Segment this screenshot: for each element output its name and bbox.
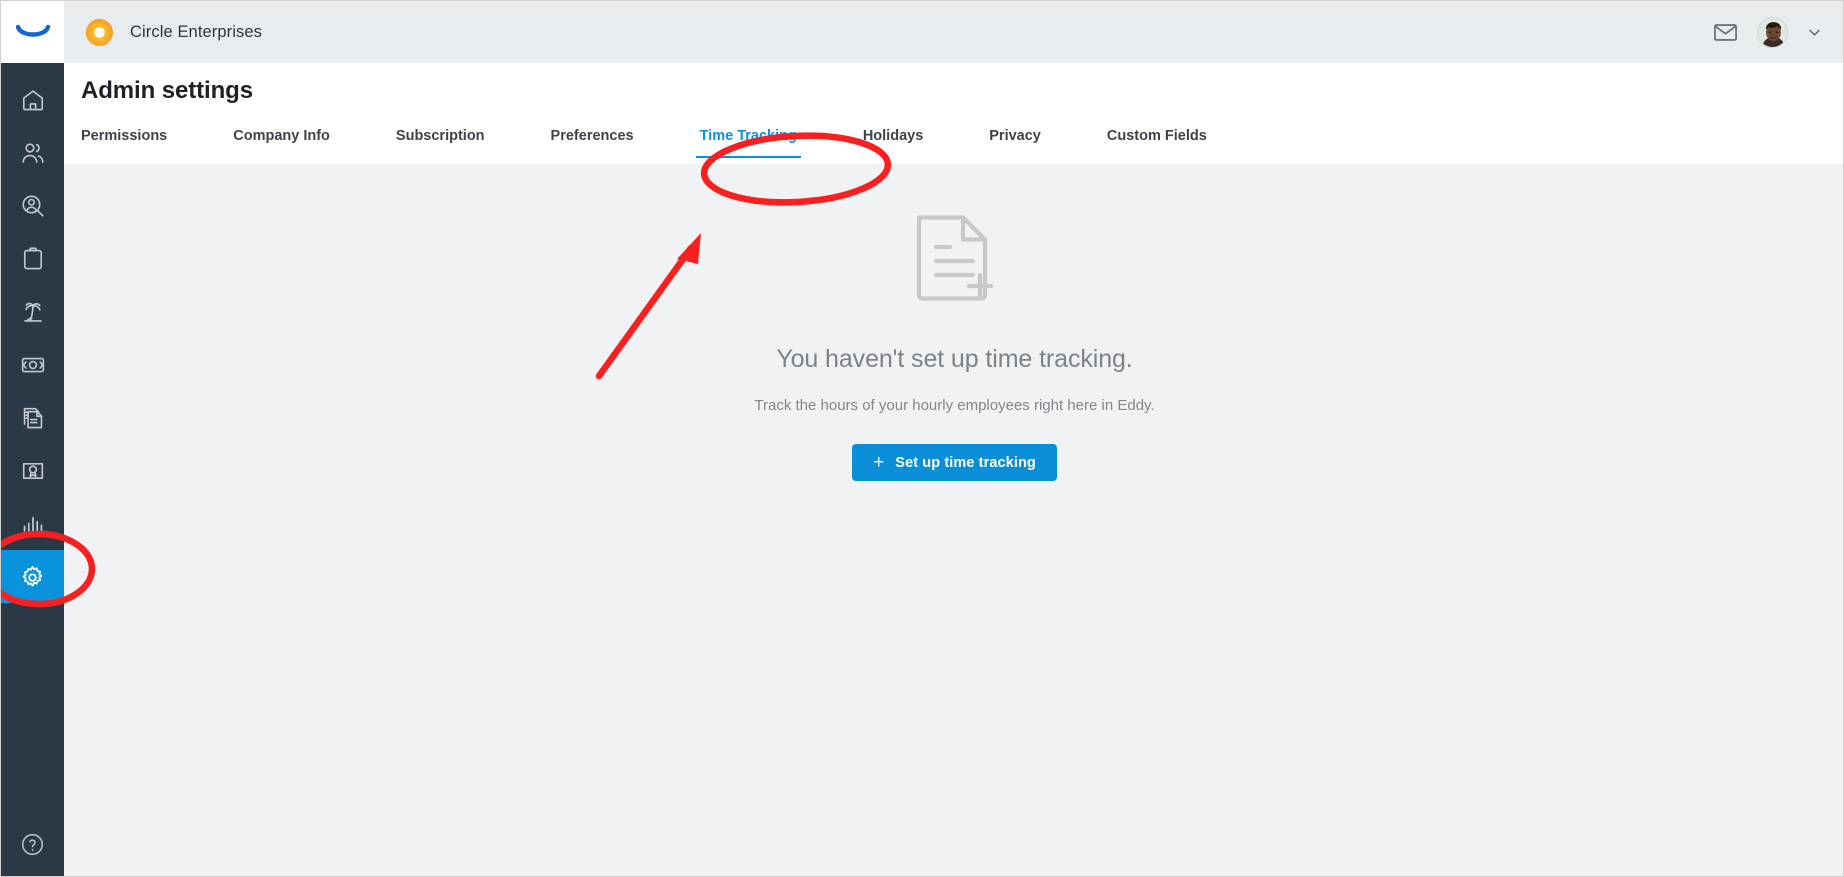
plus-icon: + xyxy=(873,452,885,473)
user-avatar-image xyxy=(1758,17,1787,47)
sidebar xyxy=(1,1,64,876)
sidebar-item-training[interactable] xyxy=(1,444,64,497)
tab-holidays[interactable]: Holidays xyxy=(863,123,923,158)
empty-state: You haven't set up time tracking. Track … xyxy=(64,209,1843,481)
top-bar: Circle Enterprises xyxy=(64,1,1843,63)
app-window: Circle Enterprises Admin settings Permis… xyxy=(0,0,1844,877)
clipboard-icon xyxy=(23,246,42,269)
help-button[interactable] xyxy=(1,824,64,864)
sidebar-item-reports[interactable] xyxy=(1,497,64,550)
company-selector[interactable]: Circle Enterprises xyxy=(86,18,263,46)
account-menu-button[interactable] xyxy=(1806,24,1823,41)
sidebar-item-time-off[interactable] xyxy=(1,285,64,338)
set-up-time-tracking-button[interactable]: + Set up time tracking xyxy=(852,444,1057,481)
set-up-time-tracking-label: Set up time tracking xyxy=(895,454,1036,471)
sidebar-item-documents[interactable] xyxy=(1,391,64,444)
gear-icon xyxy=(22,566,43,587)
tab-company-info[interactable]: Company Info xyxy=(233,123,330,158)
sidebar-item-payroll[interactable] xyxy=(1,338,64,391)
sidebar-item-people[interactable] xyxy=(1,126,64,179)
main-content: You haven't set up time tracking. Track … xyxy=(64,164,1843,876)
document-add-icon xyxy=(909,209,1001,314)
eddy-smile-logo-glyph xyxy=(15,24,50,37)
question-mark-icon xyxy=(21,833,44,855)
sidebar-item-recruiting[interactable] xyxy=(1,179,64,232)
cash-icon xyxy=(21,357,44,372)
page-title: Admin settings xyxy=(81,77,253,104)
document-add-icon-glyph xyxy=(916,215,993,301)
orange-donut-logo xyxy=(86,18,113,46)
eddy-smile-logo[interactable] xyxy=(1,1,64,63)
empty-state-subtitle: Track the hours of your hourly employees… xyxy=(754,397,1155,414)
tab-custom-fields[interactable]: Custom Fields xyxy=(1107,123,1207,158)
tab-preferences[interactable]: Preferences xyxy=(551,123,634,158)
sidebar-item-settings[interactable] xyxy=(1,550,64,603)
palm-tree-icon xyxy=(23,302,42,322)
sidebar-nav-list xyxy=(1,63,64,603)
bar-chart-icon xyxy=(21,516,44,534)
documents-icon xyxy=(23,407,42,428)
avatar[interactable] xyxy=(1757,16,1788,48)
certificate-icon xyxy=(22,462,43,479)
top-bar-actions xyxy=(1712,16,1823,48)
mail-button[interactable] xyxy=(1712,19,1739,46)
chevron-down-icon xyxy=(1809,29,1820,36)
tab-privacy[interactable]: Privacy xyxy=(989,123,1041,158)
company-name: Circle Enterprises xyxy=(130,22,263,41)
home-icon xyxy=(22,89,43,110)
person-search-icon xyxy=(21,194,44,217)
sidebar-item-home[interactable] xyxy=(1,73,64,126)
sidebar-item-onboarding[interactable] xyxy=(1,232,64,285)
tab-time-tracking[interactable]: Time Tracking xyxy=(695,123,802,158)
content-header: Admin settings Permissions Company Info … xyxy=(64,63,1843,164)
tab-permissions[interactable]: Permissions xyxy=(81,123,167,158)
people-icon xyxy=(21,142,44,163)
envelope-icon xyxy=(1714,23,1737,41)
tab-subscription[interactable]: Subscription xyxy=(396,123,485,158)
settings-tabs: Permissions Company Info Subscription Pr… xyxy=(81,123,1207,158)
empty-state-title: You haven't set up time tracking. xyxy=(776,345,1133,373)
